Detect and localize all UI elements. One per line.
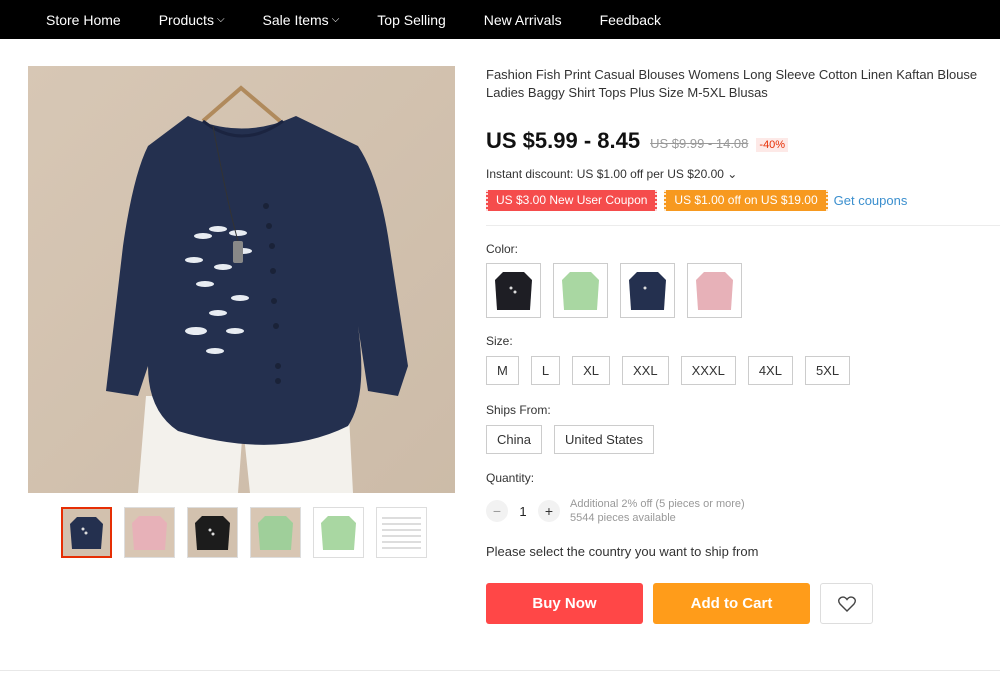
buy-now-button[interactable]: Buy Now [486, 583, 643, 624]
store-coupon[interactable]: US $1.00 off on US $19.00 [664, 190, 828, 211]
size-option-xxl[interactable]: XXL [621, 356, 669, 385]
size-options: M L XL XXL XXXL 4XL 5XL [486, 356, 851, 385]
nav-feedback[interactable]: Feedback [600, 12, 661, 28]
nav-top-selling[interactable]: Top Selling [377, 12, 446, 28]
purchase-actions: Buy Now Add to Cart [486, 583, 873, 624]
thumb-image [314, 508, 363, 557]
wishlist-button[interactable] [820, 583, 873, 624]
discount-badge: -40% [756, 138, 789, 152]
size-option-5xl[interactable]: 5XL [804, 356, 851, 385]
thumbnail-pink[interactable] [124, 507, 175, 558]
price-row: US $5.99 - 8.45 US $9.99 - 14.08 -40% [486, 128, 789, 154]
thumbnail-black[interactable] [187, 507, 238, 558]
nav-new-arrivals[interactable]: New Arrivals [484, 12, 562, 28]
nav-products[interactable]: Products ⌵ [159, 12, 225, 28]
quantity-decrease-button[interactable]: − [486, 500, 508, 522]
stock-available-note: 5544 pieces available [570, 512, 676, 524]
current-price: US $5.99 - 8.45 [486, 128, 641, 153]
thumb-image [125, 508, 174, 557]
nav-store-home[interactable]: Store Home [46, 12, 121, 28]
color-swatch-navy[interactable] [620, 263, 675, 318]
nav-label: Top Selling [377, 11, 446, 28]
nav-label: Store Home [46, 11, 121, 28]
new-user-coupon[interactable]: US $3.00 New User Coupon [486, 190, 658, 211]
ships-from-options: China United States [486, 425, 655, 454]
ship-country-message: Please select the country you want to sh… [486, 544, 759, 559]
page-divider [0, 670, 1000, 671]
thumb-image [188, 508, 237, 557]
color-swatch-green[interactable] [553, 263, 608, 318]
product-title: Fashion Fish Print Casual Blouses Womens… [486, 67, 978, 100]
ships-from-united-states[interactable]: United States [553, 425, 655, 454]
color-swatch-navy-fish[interactable] [486, 263, 541, 318]
size-option-xl[interactable]: XL [572, 356, 610, 385]
size-option-4xl[interactable]: 4XL [747, 356, 793, 385]
size-chart-icon [377, 508, 426, 557]
chevron-down-icon: ⌵ [331, 14, 340, 25]
swatch-image [621, 264, 674, 317]
size-option-m[interactable]: M [486, 356, 519, 385]
quantity-value[interactable]: 1 [508, 504, 538, 519]
nav-label: Sale Items [262, 11, 329, 28]
chevron-down-icon: ⌵ [216, 14, 225, 25]
swatch-image [487, 264, 540, 317]
thumbnail-size-chart[interactable] [376, 507, 427, 558]
nav-label: New Arrivals [483, 11, 562, 28]
quantity-stepper: − 1 + Additional 2% off (5 pieces or mor… [486, 497, 745, 525]
coupon-row: US $3.00 New User Coupon US $1.00 off on… [486, 190, 907, 211]
thumbnail-green-model[interactable] [250, 507, 301, 558]
thumb-image [63, 509, 110, 556]
size-label: Size: [486, 334, 513, 348]
color-label: Color: [486, 242, 519, 256]
product-info: Fashion Fish Print Casual Blouses Womens… [486, 66, 1000, 624]
get-coupons-link[interactable]: Get coupons [834, 193, 908, 208]
thumbnail-strip [61, 507, 427, 558]
add-to-cart-button[interactable]: Add to Cart [653, 583, 810, 624]
nav-label: Feedback [599, 11, 662, 28]
instant-discount[interactable]: Instant discount: US $1.00 off per US $2… [486, 167, 737, 181]
quantity-increase-button[interactable]: + [538, 500, 560, 522]
heart-icon [837, 595, 856, 612]
thumbnail-navy[interactable] [61, 507, 112, 558]
thumb-image [251, 508, 300, 557]
color-swatches [486, 263, 742, 318]
divider [486, 225, 1000, 226]
ships-from-china[interactable]: China [486, 425, 542, 454]
nav-sale-items[interactable]: Sale Items ⌵ [263, 12, 340, 28]
swatch-image [688, 264, 741, 317]
color-swatch-pink[interactable] [687, 263, 742, 318]
blouse-image [28, 66, 455, 493]
quantity-note: Additional 2% off (5 pieces or more) 554… [570, 497, 745, 525]
nav-label: Products [158, 11, 214, 28]
thumbnail-green[interactable] [313, 507, 364, 558]
size-option-l[interactable]: L [530, 356, 561, 385]
quantity-label: Quantity: [486, 471, 535, 485]
bulk-discount-note: Additional 2% off (5 pieces or more) [570, 498, 745, 510]
product-main-image[interactable] [28, 66, 455, 493]
original-price: US $9.99 - 14.08 [650, 136, 749, 151]
size-option-xxxl[interactable]: XXXL [680, 356, 736, 385]
store-nav-bar: Store Home Products ⌵ Sale Items ⌵ Top Sel… [0, 0, 1000, 39]
ships-from-label: Ships From: [486, 403, 551, 417]
swatch-image [554, 264, 607, 317]
